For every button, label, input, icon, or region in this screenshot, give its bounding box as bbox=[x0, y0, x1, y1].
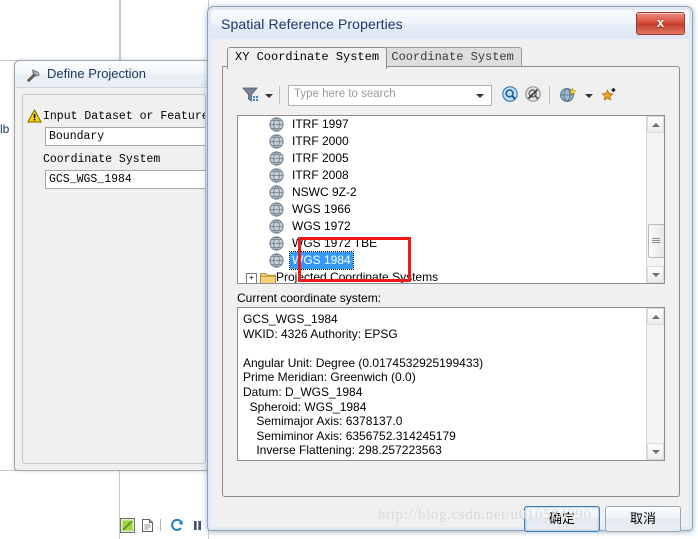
globe-icon bbox=[269, 236, 284, 251]
tree-item-wgs-1966[interactable]: WGS 1966 bbox=[238, 201, 646, 218]
tab-xy-coordinate-system[interactable]: XY Coordinate System bbox=[227, 47, 388, 69]
scrollbar-thumb[interactable] bbox=[648, 224, 664, 258]
current-coordinate-system-label: Current coordinate system: bbox=[237, 291, 382, 305]
search-input[interactable]: Type here to search bbox=[288, 85, 492, 106]
tree-item-wgs-1984[interactable]: WGS 1984 bbox=[238, 251, 646, 270]
spatial-reference-properties-dialog[interactable]: Spatial Reference Properties x XY Coordi… bbox=[207, 6, 693, 532]
dialog-title: Spatial Reference Properties bbox=[221, 16, 403, 32]
background-partial-label: lb bbox=[0, 122, 10, 136]
hammer-icon bbox=[25, 67, 41, 83]
close-button[interactable]: x bbox=[636, 12, 685, 35]
globe-add-icon[interactable] bbox=[559, 86, 577, 107]
globe-icon bbox=[269, 253, 284, 268]
current-coordinate-system-details: GCS_WGS_1984 WKID: 4326 Authority: EPSG … bbox=[243, 312, 484, 458]
scrollbar-grip-icon bbox=[652, 237, 660, 244]
tree-item-wgs-1972[interactable]: WGS 1972 bbox=[238, 218, 646, 235]
globe-icon bbox=[269, 219, 284, 234]
tree-item-nswc-9z-2[interactable]: NSWC 9Z-2 bbox=[238, 184, 646, 201]
scroll-down-arrow-icon[interactable] bbox=[647, 266, 664, 283]
tree-item-projected-coordinate-systems[interactable]: + Projected Coordinate Systems bbox=[238, 269, 646, 283]
define-projection-body: Input Dataset or Feature Cl Boundary Coo… bbox=[22, 94, 206, 464]
scroll-down-arrow-icon[interactable] bbox=[647, 443, 664, 460]
globe-icon bbox=[269, 134, 284, 149]
cancel-button[interactable]: 取消 bbox=[605, 506, 681, 532]
input-dataset-field[interactable]: Boundary bbox=[45, 127, 205, 146]
define-projection-window[interactable]: Define Projection Input Dataset or Featu… bbox=[14, 60, 212, 471]
globe-icon bbox=[269, 151, 284, 166]
star-add-icon[interactable] bbox=[600, 86, 618, 107]
define-projection-titlebar[interactable]: Define Projection bbox=[15, 61, 211, 88]
tabstrip: XY Coordinate System Z Coordinate System bbox=[227, 47, 673, 69]
scroll-up-arrow-icon[interactable] bbox=[647, 116, 664, 133]
dialog-titlebar[interactable]: Spatial Reference Properties x bbox=[211, 10, 689, 39]
xy-coordinate-system-panel: Type here to search ITRF 1997 ITRF 2000 … bbox=[222, 66, 680, 497]
tree-item-itrf-2008[interactable]: ITRF 2008 bbox=[238, 167, 646, 184]
folder-icon bbox=[260, 271, 276, 283]
search-chevron-down-icon[interactable] bbox=[476, 94, 484, 98]
clear-search-icon[interactable] bbox=[525, 86, 543, 107]
tree-item-label: ITRF 2005 bbox=[292, 151, 349, 165]
tree-item-label: ITRF 2000 bbox=[292, 134, 349, 148]
coordinate-system-field[interactable]: GCS_WGS_1984 bbox=[45, 170, 205, 189]
tree-item-label: WGS 1966 bbox=[292, 202, 351, 216]
tree-item-label: ITRF 1997 bbox=[292, 117, 349, 131]
warning-icon bbox=[27, 108, 42, 123]
filter-icon[interactable] bbox=[241, 86, 259, 107]
pause-icon[interactable] bbox=[190, 518, 205, 533]
globe-icon bbox=[269, 168, 284, 183]
tree-item-itrf-2000[interactable]: ITRF 2000 bbox=[238, 133, 646, 150]
tree-item-label: Projected Coordinate Systems bbox=[276, 270, 439, 283]
search-icon[interactable] bbox=[502, 86, 520, 107]
close-icon: x bbox=[656, 15, 665, 30]
tree-item-label: WGS 1984 bbox=[289, 251, 354, 270]
coordinate-system-tree[interactable]: ITRF 1997 ITRF 2000 ITRF 2005 ITRF 2008 … bbox=[237, 115, 665, 284]
page-icon[interactable] bbox=[140, 518, 155, 533]
globe-icon bbox=[269, 202, 284, 217]
tree-item-itrf-2005[interactable]: ITRF 2005 bbox=[238, 150, 646, 167]
tree-item-label: WGS 1972 TBE bbox=[292, 236, 378, 250]
coordinate-system-label: Coordinate System bbox=[43, 153, 161, 166]
tree-rows: ITRF 1997 ITRF 2000 ITRF 2005 ITRF 2008 … bbox=[238, 116, 646, 283]
favorites-chevron-down-icon[interactable] bbox=[585, 94, 593, 98]
tree-vertical-scrollbar[interactable] bbox=[646, 116, 664, 283]
results-icon[interactable] bbox=[120, 518, 135, 533]
search-placeholder: Type here to search bbox=[294, 88, 396, 100]
current-coordinate-system-box[interactable]: GCS_WGS_1984 WKID: 4326 Authority: EPSG … bbox=[237, 307, 665, 461]
refresh-icon[interactable] bbox=[170, 518, 185, 533]
define-projection-title: Define Projection bbox=[47, 66, 146, 81]
scroll-up-arrow-icon[interactable] bbox=[647, 308, 664, 325]
tree-item-wgs-1972-tbe[interactable]: WGS 1972 TBE bbox=[238, 235, 646, 252]
filter-chevron-down-icon[interactable] bbox=[265, 94, 273, 98]
toolbar-separator-2 bbox=[549, 86, 550, 104]
tree-item-label: WGS 1972 bbox=[292, 219, 351, 233]
details-vertical-scrollbar[interactable] bbox=[646, 308, 664, 460]
app-panel-divider-vertical bbox=[119, 0, 121, 60]
ok-button[interactable]: 确定 bbox=[524, 506, 600, 532]
globe-icon bbox=[269, 185, 284, 200]
tree-item-itrf-1997[interactable]: ITRF 1997 bbox=[238, 116, 646, 133]
toolbar-separator-1 bbox=[279, 86, 280, 104]
globe-icon bbox=[269, 117, 284, 132]
expand-plus-icon[interactable]: + bbox=[246, 273, 257, 283]
tab-z-coordinate-system[interactable]: Z Coordinate System bbox=[369, 47, 522, 68]
tree-item-label: ITRF 2008 bbox=[292, 168, 349, 182]
status-separator bbox=[160, 519, 161, 531]
coordinate-search-toolbar: Type here to search bbox=[237, 83, 663, 109]
tree-item-label: NSWC 9Z-2 bbox=[292, 185, 357, 199]
input-dataset-label: Input Dataset or Feature Cl bbox=[43, 110, 206, 123]
